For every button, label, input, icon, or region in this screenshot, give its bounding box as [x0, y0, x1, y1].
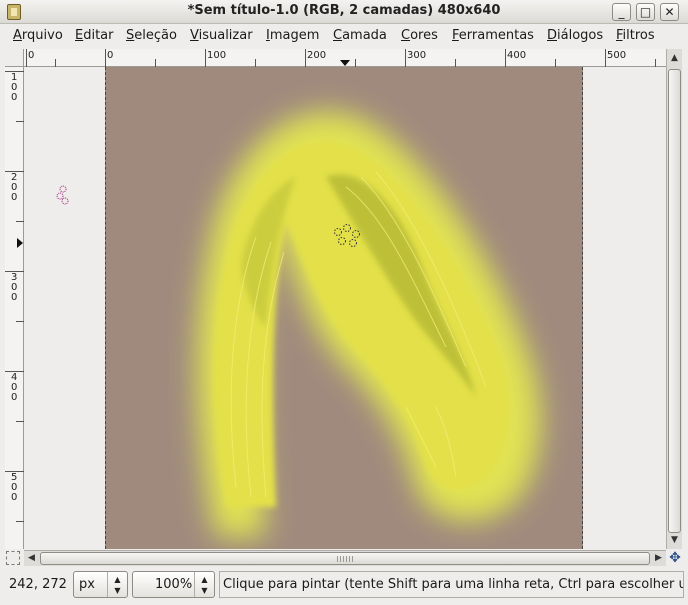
vertical-scroll-thumb[interactable]	[668, 69, 681, 533]
ruler-v-label: 300	[11, 272, 18, 303]
unit-selector[interactable]: px ▲ ▼	[73, 571, 128, 598]
menu-editar[interactable]: Editar	[75, 28, 114, 43]
zoom-spin-icon[interactable]: ▲ ▼	[194, 572, 214, 597]
vertical-scrollbar[interactable]: ▲ ▼	[666, 49, 682, 549]
close-button[interactable]: ✕	[660, 3, 679, 21]
menu-selecao[interactable]: Seleção	[126, 28, 177, 43]
scroll-down-icon[interactable]: ▼	[667, 533, 682, 548]
ruler-v-label: 400	[11, 372, 18, 403]
hair-painting	[197, 111, 541, 538]
unit-spin-icon[interactable]: ▲ ▼	[107, 572, 127, 597]
scroll-up-icon[interactable]: ▲	[667, 51, 682, 66]
ruler-h-label: 0	[107, 50, 114, 61]
scroll-right-icon[interactable]: ▶	[651, 551, 666, 566]
menu-camada[interactable]: Camada	[333, 28, 387, 43]
title-bar: *Sem título-1.0 (RGB, 2 camadas) 480x640…	[0, 0, 688, 24]
horizontal-ruler[interactable]: 0 0 100 200 300 400 500	[24, 49, 666, 67]
ruler-h-label: 300	[407, 50, 427, 61]
ruler-h-label: 400	[507, 50, 527, 61]
horizontal-scroll-thumb[interactable]	[40, 552, 650, 565]
menu-bar: Arquivo Editar Seleção Visualizar Imagem…	[0, 25, 688, 48]
image-canvas[interactable]	[105, 67, 583, 549]
menu-filtros[interactable]: Filtros	[616, 28, 655, 43]
status-message: Clique para pintar (tente Shift para uma…	[219, 571, 684, 598]
ruler-v-label: 200	[11, 172, 18, 203]
ruler-h-label: 0	[28, 50, 35, 61]
scroll-grip	[337, 556, 353, 562]
ruler-h-pointer-icon	[340, 60, 350, 66]
ruler-h-label: 100	[207, 50, 227, 61]
ruler-v-pointer-icon	[17, 238, 23, 248]
minimize-button[interactable]: _	[612, 3, 631, 21]
menu-visualizar[interactable]: Visualizar	[190, 28, 253, 43]
ruler-v-label: 100	[11, 72, 18, 103]
menu-imagem[interactable]: Imagem	[266, 28, 319, 43]
scroll-left-icon[interactable]: ◀	[24, 551, 39, 566]
ruler-corner[interactable]	[5, 49, 24, 67]
menu-dialogos[interactable]: Diálogos	[547, 28, 603, 43]
ruler-h-label: 200	[307, 50, 327, 61]
navigate-icon[interactable]: ✥	[667, 550, 683, 566]
pointer-coordinates: 242, 272	[9, 577, 67, 592]
ruler-h-label: 500	[607, 50, 627, 61]
status-bar: 242, 272 px ▲ ▼ 100% ▲ ▼ Clique para pinta…	[0, 568, 688, 605]
zoom-value: 100%	[155, 577, 193, 592]
zoom-selector[interactable]: 100% ▲ ▼	[132, 571, 215, 598]
horizontal-scrollbar[interactable]: ◀ ▶	[24, 550, 666, 566]
window-title: *Sem título-1.0 (RGB, 2 camadas) 480x640	[187, 3, 501, 18]
canvas-area[interactable]	[24, 67, 666, 549]
menu-ferramentas[interactable]: Ferramentas	[452, 28, 534, 43]
unit-value: px	[79, 577, 95, 592]
ruler-v-label: 500	[11, 472, 18, 503]
menu-cores[interactable]: Cores	[401, 28, 438, 43]
vertical-ruler[interactable]: 100 200 300 400 500	[5, 67, 24, 549]
maximize-button[interactable]: □	[636, 3, 655, 21]
quick-mask-icon[interactable]	[6, 551, 20, 565]
stray-brush-mark	[56, 185, 69, 205]
menu-arquivo[interactable]: Arquivo	[13, 28, 63, 43]
